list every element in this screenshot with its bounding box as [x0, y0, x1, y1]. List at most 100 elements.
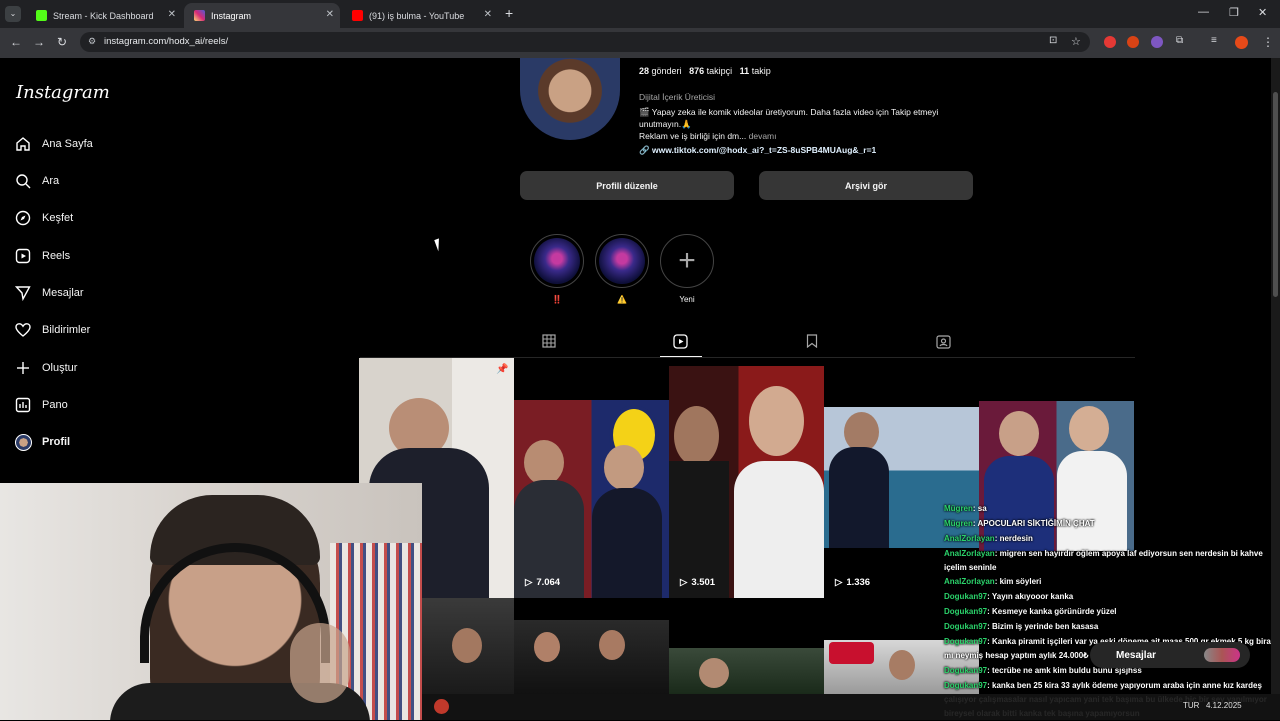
- scrollbar-thumb[interactable]: [1273, 92, 1278, 297]
- tab-label: (91) iş bulma - YouTube: [369, 10, 465, 21]
- sidebar-item-dashboard[interactable]: Pano: [14, 393, 68, 417]
- bookmark-icon: [806, 334, 818, 348]
- restore-icon[interactable]: ❐: [1229, 6, 1239, 19]
- bio-line: 🎬 Yapay zeka ile komik videolar üretiyor…: [639, 107, 939, 129]
- highlight-label: ‼️: [552, 295, 562, 304]
- sidebar-item-notifications[interactable]: Bildirimler: [14, 318, 90, 342]
- new-highlight-button[interactable]: +: [660, 234, 714, 288]
- followers-link[interactable]: 876 takipçi: [689, 66, 732, 76]
- tab-search-icon[interactable]: ⌄: [5, 6, 21, 22]
- chat-username: Dogukan97: [944, 622, 988, 631]
- sidebar-item-label: Oluştur: [42, 362, 78, 374]
- sidebar-item-label: Bildirimler: [42, 324, 91, 336]
- webcam-overlay: [0, 483, 422, 720]
- chat-text: : sa: [972, 504, 987, 513]
- close-icon[interactable]: ✕: [484, 9, 492, 20]
- sidebar-item-profile[interactable]: Profil: [14, 430, 70, 454]
- reel-thumbnail[interactable]: [514, 400, 669, 598]
- tab-saved[interactable]: [804, 333, 820, 349]
- posts-label: gönderi: [651, 66, 682, 76]
- edit-profile-button[interactable]: Profili düzenle: [520, 171, 734, 200]
- heart-icon: [14, 321, 32, 339]
- highlight-cover: [599, 238, 645, 284]
- instagram-favicon-icon: [194, 10, 205, 21]
- close-icon[interactable]: ✕: [326, 9, 334, 20]
- reel-views: ▷ 7.064: [525, 577, 560, 588]
- sidebar-item-create[interactable]: Oluştur: [14, 356, 77, 380]
- tab-youtube[interactable]: (91) iş bulma - YouTube ✕: [342, 3, 498, 28]
- back-icon[interactable]: ←: [10, 35, 22, 49]
- home-icon: [14, 135, 32, 153]
- profile-link-text: www.tiktok.com/@hodx_ai?_t=ZS-8uSPB4MUAu…: [651, 145, 877, 155]
- play-icon: ▷: [680, 577, 688, 588]
- view-archive-button[interactable]: Arşivi gör: [759, 171, 973, 200]
- reel-thumbnail[interactable]: [669, 648, 824, 694]
- menu-icon[interactable]: ⋮: [1262, 35, 1274, 49]
- site-info-icon[interactable]: ⚙: [88, 36, 96, 47]
- close-icon[interactable]: ✕: [168, 9, 176, 20]
- view-count: 7.064: [536, 577, 561, 588]
- tab-tagged[interactable]: [935, 333, 951, 349]
- new-tab-icon[interactable]: +: [505, 5, 513, 21]
- sidebar-item-reels[interactable]: Reels: [14, 244, 70, 268]
- tab-posts[interactable]: [541, 333, 557, 349]
- close-window-icon[interactable]: ✕: [1258, 6, 1267, 19]
- tab-label: Instagram: [211, 10, 252, 21]
- chat-username: Mügren: [944, 504, 973, 513]
- install-app-icon[interactable]: ⊡: [1049, 35, 1057, 46]
- sidebar-item-explore[interactable]: Keşfet: [14, 206, 73, 230]
- obs-icon[interactable]: [434, 699, 449, 714]
- sidebar-item-home[interactable]: Ana Sayfa: [14, 132, 93, 156]
- extension-icon[interactable]: [1104, 36, 1116, 48]
- chat-text: : Kesmeye kanka görünürde yüzel: [987, 607, 1117, 616]
- extension-icon[interactable]: [1127, 36, 1139, 48]
- reload-icon[interactable]: ↻: [57, 35, 67, 49]
- link-icon: 🔗: [639, 145, 650, 155]
- messages-floating-button[interactable]: Mesajlar: [1090, 642, 1250, 668]
- chat-message: AnalZorlayan: kim söyleri: [944, 575, 1278, 589]
- address-bar[interactable]: ⚙ instagram.com/hodx_ai/reels/: [80, 32, 1090, 52]
- chat-username: Dogukan97: [944, 637, 988, 646]
- compass-icon: [14, 209, 32, 227]
- sidebar-item-label: Profil: [42, 436, 71, 448]
- minimize-icon[interactable]: —: [1198, 6, 1209, 18]
- profile-link[interactable]: 🔗 www.tiktok.com/@hodx_ai?_t=ZS-8uSPB4MU…: [639, 145, 876, 156]
- bookmark-star-icon[interactable]: ☆: [1071, 35, 1081, 48]
- chart-icon: [14, 396, 32, 414]
- extension-icon[interactable]: [1151, 36, 1163, 48]
- chat-username: AnalZorlayan: [944, 534, 995, 543]
- language-indicator[interactable]: TUR: [1183, 701, 1199, 710]
- profile-avatar-icon[interactable]: [1235, 36, 1248, 49]
- highlight-cover: [534, 238, 580, 284]
- tab-reels[interactable]: [672, 333, 688, 349]
- chat-message: AnalZorlayan: nerdesin: [944, 532, 1278, 546]
- reel-thumbnail[interactable]: [514, 620, 669, 694]
- bio-more-link[interactable]: devamı: [749, 131, 777, 141]
- plus-icon: [14, 359, 32, 377]
- extensions-puzzle-icon[interactable]: ⧉: [1176, 35, 1183, 46]
- sidebar-item-search[interactable]: Ara: [14, 169, 59, 193]
- reel-thumbnail[interactable]: [669, 366, 824, 598]
- taskbar-date[interactable]: 4.12.2025: [1206, 701, 1242, 710]
- followers-count: 876: [689, 66, 705, 76]
- highlight-item[interactable]: [595, 234, 649, 288]
- mouse-cursor: [434, 236, 448, 252]
- media-control-icon[interactable]: ≡: [1211, 35, 1217, 46]
- tab-instagram[interactable]: Instagram ✕: [184, 3, 340, 28]
- tab-kick-dashboard[interactable]: Stream - Kick Dashboard ✕: [26, 3, 182, 28]
- sidebar-item-label: Ara: [42, 175, 60, 187]
- chat-username: Dogukan97: [944, 681, 988, 690]
- forward-icon[interactable]: →: [33, 35, 45, 49]
- view-count: 3.501: [691, 577, 716, 588]
- chat-username: Mügren: [944, 519, 973, 528]
- highlight-item[interactable]: [530, 234, 584, 288]
- reel-thumbnail[interactable]: [422, 598, 514, 694]
- following-link[interactable]: 11 takip: [740, 66, 771, 76]
- profile-avatar[interactable]: [520, 58, 620, 140]
- profile-category: Dijital İçerik Üreticisi: [639, 92, 716, 102]
- sidebar-item-messages[interactable]: Mesajlar: [14, 281, 84, 305]
- chat-message: Mügren: APOCULARI SİKTİĞİMİN ÇHAT: [944, 517, 1278, 531]
- avatar-icon: [14, 433, 32, 451]
- messages-button-label: Mesajlar: [1116, 649, 1157, 661]
- instagram-logo[interactable]: Instagram: [16, 82, 110, 103]
